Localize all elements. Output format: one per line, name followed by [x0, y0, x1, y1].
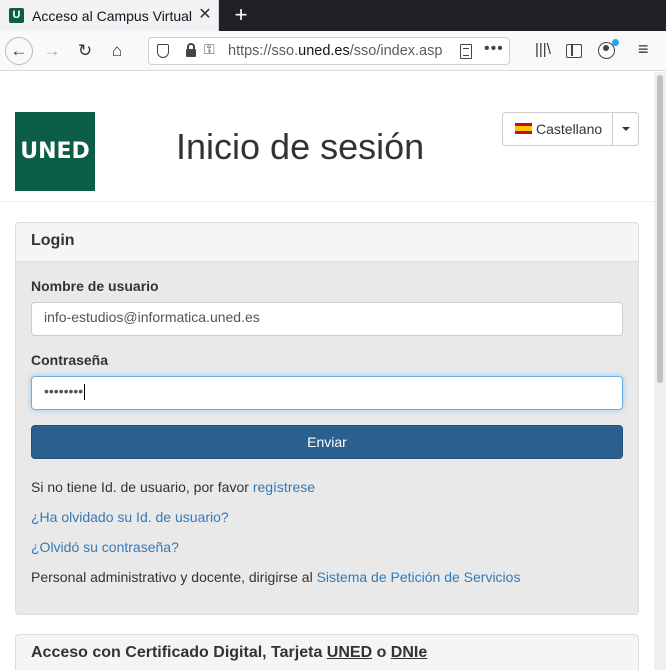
url-text[interactable]: https://sso.uned.es/sso/index.asp	[228, 43, 452, 59]
submit-button[interactable]: Enviar	[31, 425, 623, 459]
chevron-down-icon[interactable]	[612, 113, 639, 145]
back-icon[interactable]: ←	[5, 37, 33, 65]
tracking-shield-icon[interactable]	[157, 44, 169, 58]
close-tab-icon[interactable]: ✕	[196, 5, 214, 25]
new-tab-icon[interactable]: +	[230, 2, 252, 28]
page-content: UNED Inicio de sesión Castellano Login N…	[0, 72, 654, 670]
lock-icon[interactable]	[186, 43, 196, 57]
language-selector[interactable]: Castellano	[502, 112, 639, 146]
password-label: Contraseña	[31, 352, 109, 368]
language-label: Castellano	[536, 121, 603, 137]
key-icon[interactable]: ⚿	[204, 41, 215, 58]
scrollbar[interactable]	[654, 72, 666, 670]
forgot-id-link[interactable]: ¿Ha olvidado su Id. de usuario?	[31, 509, 229, 525]
account-icon[interactable]	[598, 39, 619, 59]
certificate-panel: Acceso con Certificado Digital, Tarjeta …	[15, 634, 639, 670]
sidebar-icon[interactable]	[566, 44, 582, 58]
forgot-password-link[interactable]: ¿Olvidó su contraseña?	[31, 539, 179, 555]
uned-favicon-icon: U	[9, 8, 24, 23]
register-text: Si no tiene Id. de usuario, por favor re…	[31, 479, 316, 495]
navigation-bar: ← → ↻ ⌂ ⚿ https://sso.uned.es/sso/index.…	[0, 31, 666, 71]
divider	[0, 201, 654, 202]
username-label: Nombre de usuario	[31, 278, 159, 294]
dnie-link[interactable]: DNIe	[391, 644, 427, 661]
uned-logo: UNED	[15, 112, 95, 191]
page-title: Inicio de sesión	[176, 126, 425, 167]
certificate-heading: Acceso con Certificado Digital, Tarjeta …	[16, 635, 638, 670]
reload-icon[interactable]: ↻	[71, 37, 99, 65]
password-input[interactable]: ••••••••	[31, 376, 623, 410]
tab-title: Acceso al Campus Virtual	[32, 8, 193, 24]
login-heading: Login	[16, 223, 638, 262]
forward-icon[interactable]: →	[38, 37, 66, 65]
service-request-link[interactable]: Sistema de Petición de Servicios	[317, 569, 521, 585]
address-bar[interactable]: ⚿ https://sso.uned.es/sso/index.asp •••	[148, 37, 510, 65]
menu-icon[interactable]: ≡	[638, 39, 649, 59]
register-link[interactable]: regístrese	[253, 479, 315, 495]
tab-bar: U Acceso al Campus Virtual ✕ +	[0, 0, 666, 31]
uned-card-link[interactable]: UNED	[327, 644, 372, 661]
home-icon[interactable]: ⌂	[103, 37, 131, 65]
staff-text: Personal administrativo y docente, dirig…	[31, 569, 521, 585]
scrollbar-thumb[interactable]	[657, 75, 663, 383]
page-actions-icon[interactable]: •••	[484, 40, 504, 58]
login-panel: Login Nombre de usuario info-estudios@in…	[15, 222, 639, 615]
tab-campus-virtual[interactable]: U Acceso al Campus Virtual ✕	[0, 0, 219, 31]
reader-view-icon[interactable]	[460, 44, 472, 59]
library-icon[interactable]: |||\	[535, 41, 551, 61]
username-input[interactable]: info-estudios@informatica.uned.es	[31, 302, 623, 336]
spain-flag-icon	[515, 123, 532, 134]
